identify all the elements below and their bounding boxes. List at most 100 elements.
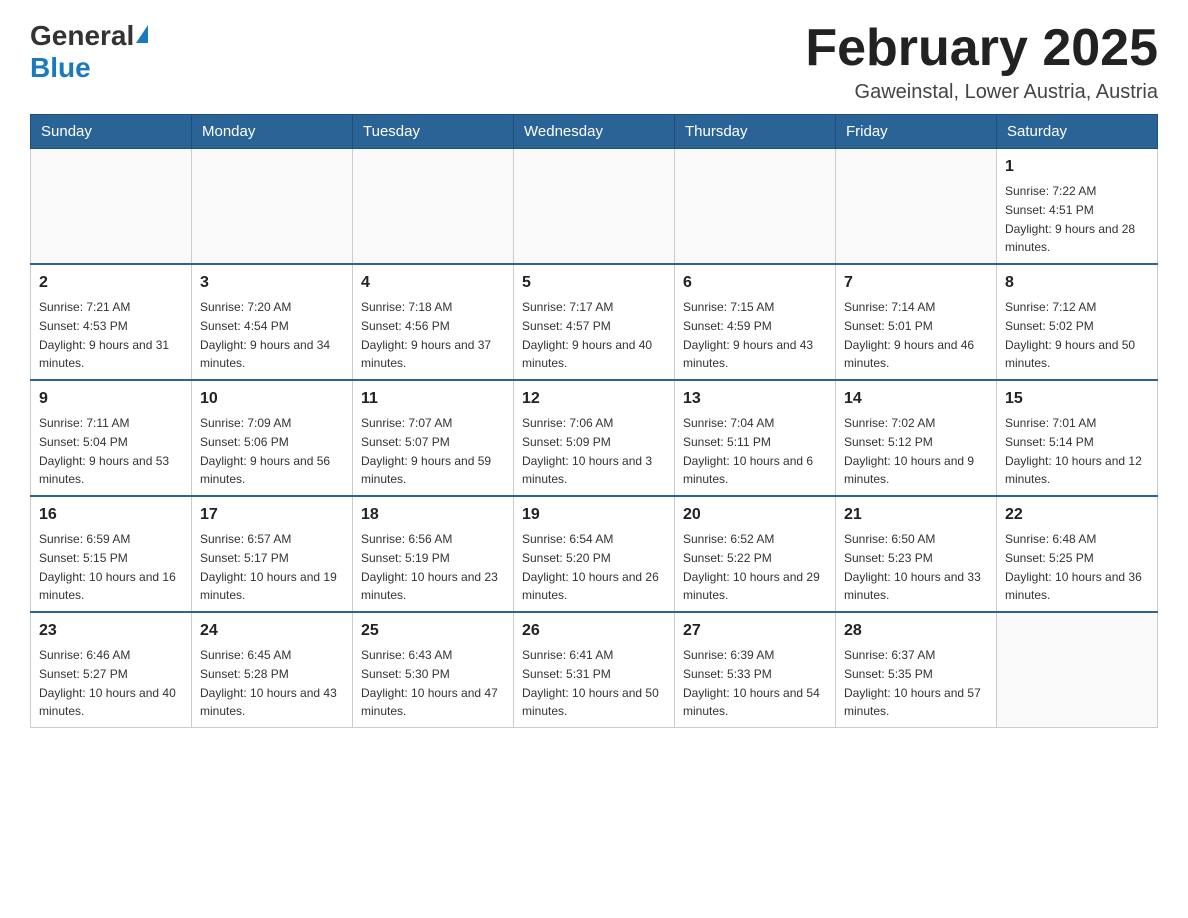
calendar-cell	[997, 612, 1158, 728]
day-info: Sunrise: 6:56 AMSunset: 5:19 PMDaylight:…	[361, 532, 498, 602]
day-number: 12	[522, 387, 666, 411]
column-header-monday: Monday	[192, 115, 353, 149]
month-title: February 2025	[805, 20, 1158, 77]
day-info: Sunrise: 6:50 AMSunset: 5:23 PMDaylight:…	[844, 532, 981, 602]
day-number: 26	[522, 619, 666, 643]
location-text: Gaweinstal, Lower Austria, Austria	[805, 81, 1158, 104]
day-number: 23	[39, 619, 183, 643]
day-number: 17	[200, 503, 344, 527]
calendar-cell: 18 Sunrise: 6:56 AMSunset: 5:19 PMDayligh…	[353, 496, 514, 612]
calendar-cell: 10 Sunrise: 7:09 AMSunset: 5:06 PMDayligh…	[192, 380, 353, 496]
day-number: 18	[361, 503, 505, 527]
calendar-cell	[514, 149, 675, 265]
week-row-1: 1 Sunrise: 7:22 AMSunset: 4:51 PMDaylight…	[31, 149, 1158, 265]
calendar-cell: 25 Sunrise: 6:43 AMSunset: 5:30 PMDayligh…	[353, 612, 514, 728]
column-header-saturday: Saturday	[997, 115, 1158, 149]
logo-general-text: General	[30, 20, 134, 52]
day-number: 27	[683, 619, 827, 643]
day-number: 21	[844, 503, 988, 527]
day-info: Sunrise: 6:52 AMSunset: 5:22 PMDaylight:…	[683, 532, 820, 602]
day-number: 25	[361, 619, 505, 643]
calendar-cell: 8 Sunrise: 7:12 AMSunset: 5:02 PMDaylight…	[997, 264, 1158, 380]
calendar-cell: 28 Sunrise: 6:37 AMSunset: 5:35 PMDayligh…	[836, 612, 997, 728]
calendar-cell: 24 Sunrise: 6:45 AMSunset: 5:28 PMDayligh…	[192, 612, 353, 728]
calendar-cell: 13Sunrise: 7:04 AMSunset: 5:11 PMDayligh…	[675, 380, 836, 496]
day-number: 15	[1005, 387, 1149, 411]
day-number: 16	[39, 503, 183, 527]
day-info: Sunrise: 6:39 AMSunset: 5:33 PMDaylight:…	[683, 648, 820, 718]
day-info: Sunrise: 7:14 AMSunset: 5:01 PMDaylight:…	[844, 300, 974, 370]
day-number: 28	[844, 619, 988, 643]
calendar-cell: 2Sunrise: 7:21 AMSunset: 4:53 PMDaylight…	[31, 264, 192, 380]
day-number: 4	[361, 271, 505, 295]
calendar-cell: 23 Sunrise: 6:46 AMSunset: 5:27 PMDayligh…	[31, 612, 192, 728]
day-info: Sunrise: 6:43 AMSunset: 5:30 PMDaylight:…	[361, 648, 498, 718]
day-number: 10	[200, 387, 344, 411]
calendar-cell: 14 Sunrise: 7:02 AMSunset: 5:12 PMDayligh…	[836, 380, 997, 496]
day-info: Sunrise: 7:01 AMSunset: 5:14 PMDaylight:…	[1005, 416, 1142, 486]
calendar-cell: 19 Sunrise: 6:54 AMSunset: 5:20 PMDayligh…	[514, 496, 675, 612]
calendar-cell: 20Sunrise: 6:52 AMSunset: 5:22 PMDayligh…	[675, 496, 836, 612]
calendar-cell	[675, 149, 836, 265]
week-row-3: 9Sunrise: 7:11 AMSunset: 5:04 PMDaylight…	[31, 380, 1158, 496]
day-info: Sunrise: 7:04 AMSunset: 5:11 PMDaylight:…	[683, 416, 813, 486]
day-number: 22	[1005, 503, 1149, 527]
week-row-5: 23 Sunrise: 6:46 AMSunset: 5:27 PMDayligh…	[31, 612, 1158, 728]
calendar-cell: 17 Sunrise: 6:57 AMSunset: 5:17 PMDayligh…	[192, 496, 353, 612]
calendar-cell: 5Sunrise: 7:17 AMSunset: 4:57 PMDaylight…	[514, 264, 675, 380]
calendar-cell: 1 Sunrise: 7:22 AMSunset: 4:51 PMDaylight…	[997, 149, 1158, 265]
calendar-cell: 3Sunrise: 7:20 AMSunset: 4:54 PMDaylight…	[192, 264, 353, 380]
calendar-cell: 16Sunrise: 6:59 AMSunset: 5:15 PMDayligh…	[31, 496, 192, 612]
calendar-cell: 11 Sunrise: 7:07 AMSunset: 5:07 PMDayligh…	[353, 380, 514, 496]
day-info: Sunrise: 7:18 AMSunset: 4:56 PMDaylight:…	[361, 300, 491, 370]
day-info: Sunrise: 7:17 AMSunset: 4:57 PMDaylight:…	[522, 300, 652, 370]
day-info: Sunrise: 6:46 AMSunset: 5:27 PMDaylight:…	[39, 648, 176, 718]
day-number: 6	[683, 271, 827, 295]
day-info: Sunrise: 7:06 AMSunset: 5:09 PMDaylight:…	[522, 416, 652, 486]
calendar-cell	[836, 149, 997, 265]
day-number: 3	[200, 271, 344, 295]
day-info: Sunrise: 7:09 AMSunset: 5:06 PMDaylight:…	[200, 416, 330, 486]
day-number: 19	[522, 503, 666, 527]
day-info: Sunrise: 6:57 AMSunset: 5:17 PMDaylight:…	[200, 532, 337, 602]
calendar-cell: 26 Sunrise: 6:41 AMSunset: 5:31 PMDayligh…	[514, 612, 675, 728]
calendar-cell: 22 Sunrise: 6:48 AMSunset: 5:25 PMDayligh…	[997, 496, 1158, 612]
calendar-cell	[353, 149, 514, 265]
calendar-cell	[192, 149, 353, 265]
calendar-cell: 12 Sunrise: 7:06 AMSunset: 5:09 PMDayligh…	[514, 380, 675, 496]
logo-triangle-icon	[136, 25, 148, 43]
calendar-cell: 21 Sunrise: 6:50 AMSunset: 5:23 PMDayligh…	[836, 496, 997, 612]
day-number: 11	[361, 387, 505, 411]
calendar-table: SundayMondayTuesdayWednesdayThursdayFrid…	[30, 114, 1158, 728]
calendar-cell: 9Sunrise: 7:11 AMSunset: 5:04 PMDaylight…	[31, 380, 192, 496]
calendar-cell: 7Sunrise: 7:14 AMSunset: 5:01 PMDaylight…	[836, 264, 997, 380]
day-info: Sunrise: 6:41 AMSunset: 5:31 PMDaylight:…	[522, 648, 659, 718]
day-info: Sunrise: 7:12 AMSunset: 5:02 PMDaylight:…	[1005, 300, 1135, 370]
logo: General Blue	[30, 20, 148, 84]
page-header: General Blue February 2025 Gaweinstal, L…	[30, 20, 1158, 104]
day-number: 24	[200, 619, 344, 643]
column-header-wednesday: Wednesday	[514, 115, 675, 149]
calendar-cell: 27 Sunrise: 6:39 AMSunset: 5:33 PMDayligh…	[675, 612, 836, 728]
day-info: Sunrise: 6:37 AMSunset: 5:35 PMDaylight:…	[844, 648, 981, 718]
column-header-friday: Friday	[836, 115, 997, 149]
day-info: Sunrise: 7:02 AMSunset: 5:12 PMDaylight:…	[844, 416, 974, 486]
week-row-4: 16Sunrise: 6:59 AMSunset: 5:15 PMDayligh…	[31, 496, 1158, 612]
day-number: 1	[1005, 155, 1149, 179]
calendar-cell: 4 Sunrise: 7:18 AMSunset: 4:56 PMDaylight…	[353, 264, 514, 380]
day-info: Sunrise: 7:22 AMSunset: 4:51 PMDaylight:…	[1005, 184, 1135, 254]
day-info: Sunrise: 7:15 AMSunset: 4:59 PMDaylight:…	[683, 300, 813, 370]
day-info: Sunrise: 6:45 AMSunset: 5:28 PMDaylight:…	[200, 648, 337, 718]
day-number: 9	[39, 387, 183, 411]
day-number: 2	[39, 271, 183, 295]
title-block: February 2025 Gaweinstal, Lower Austria,…	[805, 20, 1158, 104]
column-header-tuesday: Tuesday	[353, 115, 514, 149]
day-number: 8	[1005, 271, 1149, 295]
calendar-cell	[31, 149, 192, 265]
calendar-header-row: SundayMondayTuesdayWednesdayThursdayFrid…	[31, 115, 1158, 149]
day-info: Sunrise: 6:48 AMSunset: 5:25 PMDaylight:…	[1005, 532, 1142, 602]
day-number: 14	[844, 387, 988, 411]
column-header-thursday: Thursday	[675, 115, 836, 149]
day-info: Sunrise: 6:54 AMSunset: 5:20 PMDaylight:…	[522, 532, 659, 602]
day-info: Sunrise: 7:07 AMSunset: 5:07 PMDaylight:…	[361, 416, 491, 486]
